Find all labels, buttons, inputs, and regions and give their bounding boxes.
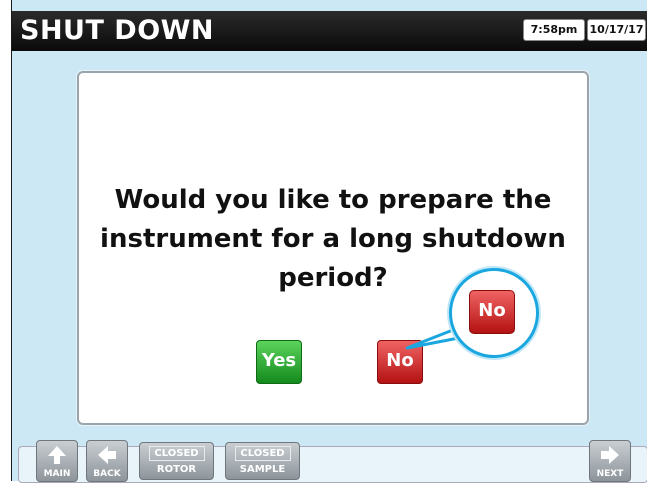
- title-bar: SHUT DOWN 7:58pm 10/17/17: [12, 11, 647, 51]
- question-line-2: instrument for a long shutdown: [100, 224, 566, 254]
- sample-status: CLOSED SAMPLE: [225, 442, 300, 480]
- rotor-label: ROTOR: [156, 464, 197, 475]
- sample-state: CLOSED: [234, 446, 291, 461]
- left-frame: [0, 0, 12, 481]
- arrow-right-icon: [601, 446, 619, 464]
- question-line-1: Would you like to prepare the: [114, 185, 552, 215]
- page-title: SHUT DOWN: [20, 15, 215, 46]
- arrow-left-icon: [98, 446, 116, 464]
- callout-no-button: No: [469, 290, 515, 334]
- back-button[interactable]: BACK: [86, 440, 128, 482]
- main-button[interactable]: MAIN: [36, 440, 78, 482]
- rotor-state: CLOSED: [148, 446, 205, 461]
- date-display: 10/17/17: [587, 19, 646, 41]
- next-button[interactable]: NEXT: [589, 440, 631, 482]
- time-display: 7:58pm: [523, 19, 585, 41]
- next-label: NEXT: [596, 469, 624, 479]
- back-label: BACK: [93, 469, 121, 479]
- footer-nav: MAIN BACK CLOSED ROTOR CLOSED SAMPLE NEX…: [12, 432, 647, 483]
- arrow-up-icon: [48, 446, 66, 464]
- screen: SHUT DOWN 7:58pm 10/17/17 Would you like…: [0, 0, 647, 483]
- shutdown-dialog: Would you like to prepare the instrument…: [77, 71, 589, 425]
- rotor-status: CLOSED ROTOR: [139, 442, 214, 480]
- sample-label: SAMPLE: [239, 464, 286, 475]
- main-label: MAIN: [43, 469, 71, 479]
- yes-button[interactable]: Yes: [256, 340, 302, 384]
